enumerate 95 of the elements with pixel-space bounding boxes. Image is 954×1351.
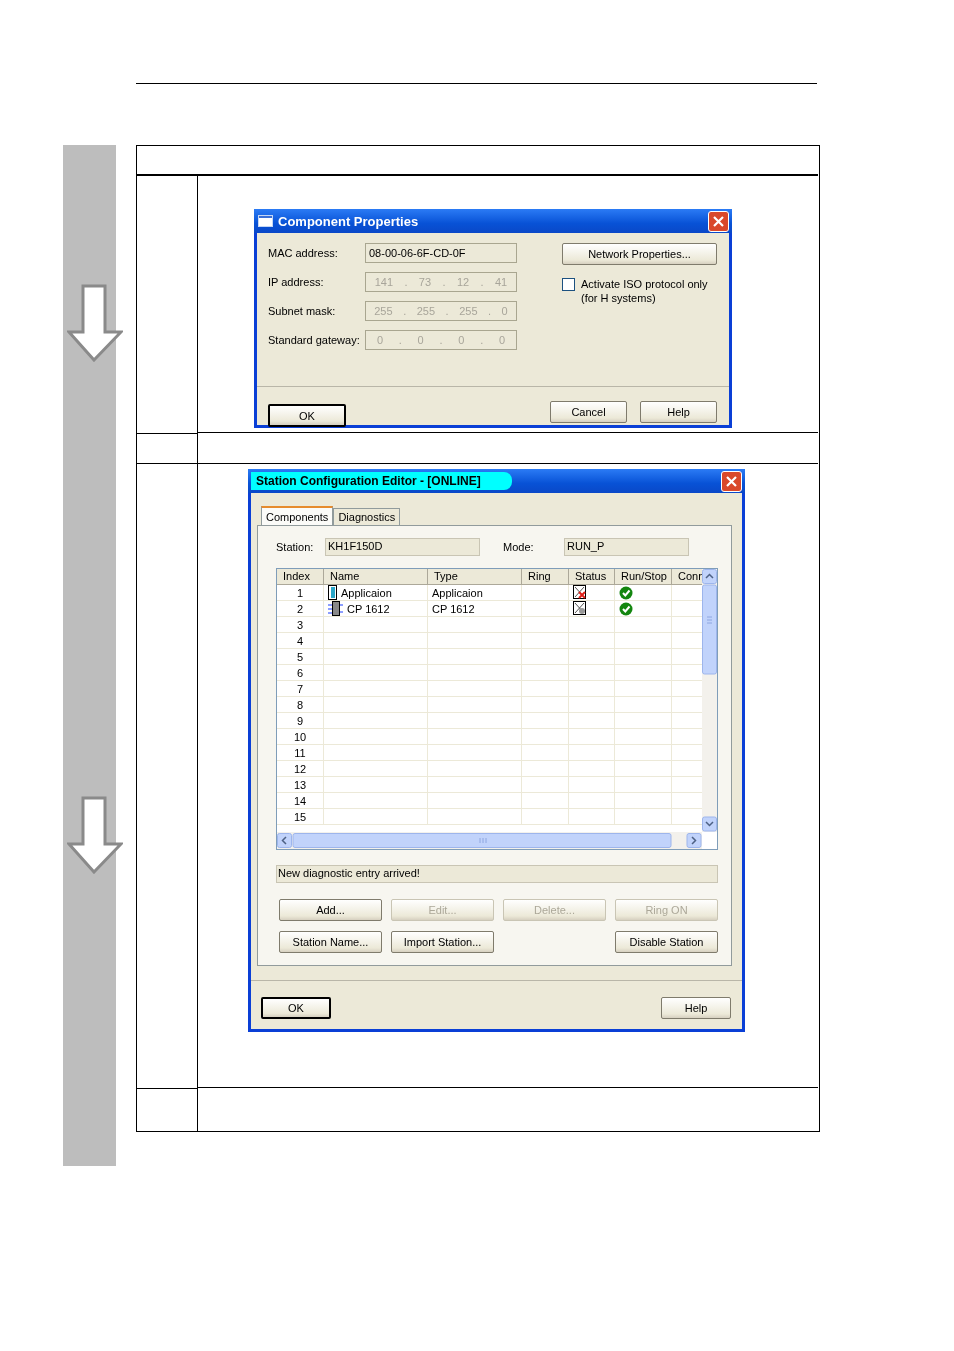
table-cell: [522, 777, 569, 793]
table-cell: [569, 665, 615, 681]
input-field[interactable]: 08-00-06-6F-CD-0F: [365, 243, 517, 263]
table-cell: [569, 713, 615, 729]
table-cell: [569, 793, 615, 809]
table-cell: CP 1612: [428, 601, 522, 617]
column-header[interactable]: Ring: [522, 569, 569, 585]
checkbox[interactable]: [562, 278, 575, 291]
table-cell: [522, 761, 569, 777]
field-label: Subnet mask:: [268, 305, 337, 317]
network-properties-button[interactable]: Network Properties...: [562, 243, 717, 265]
separator-dot: .: [442, 276, 446, 288]
table-cell: 12: [277, 761, 324, 777]
separator-dot: .: [398, 334, 402, 346]
ok-button[interactable]: OK: [261, 997, 331, 1019]
table-cell: 8: [277, 697, 324, 713]
table-cell: 4: [277, 633, 324, 649]
input-field[interactable]: RUN_P: [564, 538, 689, 556]
table-cell: 5: [277, 649, 324, 665]
table-cell: [522, 713, 569, 729]
table-cell: [569, 761, 615, 777]
table-cell: 11: [277, 745, 324, 761]
table-cell: [522, 617, 569, 633]
table-cell: 14: [277, 793, 324, 809]
down-arrow-icon: [67, 284, 123, 362]
table-cell: [569, 633, 615, 649]
input-field[interactable]: KH1F150D: [325, 538, 480, 556]
separator-dot: .: [480, 276, 484, 288]
cell-text: Applicaion: [341, 586, 392, 599]
table-cell: Applicaion: [428, 585, 522, 601]
table-cell: 7: [277, 681, 324, 697]
table-cell: [569, 649, 615, 665]
close-icon: [713, 215, 724, 227]
table-cell: [522, 697, 569, 713]
table-cell: [569, 681, 615, 697]
field-label: Station:: [276, 541, 315, 553]
close-icon: [726, 475, 737, 487]
separator-dot: .: [480, 334, 484, 346]
window-icon: [258, 215, 273, 227]
table-cell: [569, 697, 615, 713]
checkbox-label: Activate ISO protocol only (for H systems): [581, 277, 709, 305]
separator-dot: .: [488, 305, 492, 317]
column-header[interactable]: Run/Stop: [615, 569, 672, 585]
window-title: Station Configuration Editor - [ONLINE]: [251, 472, 512, 490]
table-cell: [522, 633, 569, 649]
check-icon: [619, 585, 633, 600]
horizontal-scrollbar[interactable]: [277, 832, 702, 849]
window-title: Component Properties: [278, 213, 420, 229]
action-button[interactable]: Disable Station: [615, 931, 718, 953]
separator-dot: .: [439, 334, 443, 346]
table-cell: 10: [277, 729, 324, 745]
separator-dot: .: [404, 276, 408, 288]
column-header[interactable]: Index: [277, 569, 324, 585]
table-cell: [569, 809, 615, 825]
table-cell: [522, 793, 569, 809]
table-cell: 6: [277, 665, 324, 681]
table-cell: [569, 729, 615, 745]
close-button[interactable]: [721, 470, 742, 492]
check-icon: [619, 601, 633, 616]
action-button[interactable]: Import Station...: [391, 931, 494, 953]
table-cell: 3: [277, 617, 324, 633]
field-label: Standard gateway:: [268, 334, 361, 346]
tab[interactable]: Diagnostics: [333, 508, 401, 525]
action-button[interactable]: Station Name...: [279, 931, 382, 953]
separator-dot: .: [445, 305, 449, 317]
table-cell: 13: [277, 777, 324, 793]
table-cell: [522, 745, 569, 761]
down-arrow-icon: [67, 796, 123, 874]
separator-dot: .: [403, 305, 407, 317]
vertical-scrollbar[interactable]: [702, 569, 717, 832]
table-cell: 1: [277, 585, 324, 601]
field-label: MAC address:: [268, 247, 339, 259]
table-cell: [522, 649, 569, 665]
table-cell: 9: [277, 713, 324, 729]
help-button[interactable]: Help: [640, 401, 717, 423]
cancel-button[interactable]: Cancel: [550, 401, 627, 423]
table-cell: [569, 777, 615, 793]
field-label: Mode:: [503, 541, 535, 553]
table-cell: 15: [277, 809, 324, 825]
column-header[interactable]: Type: [428, 569, 522, 585]
field-label: IP address:: [268, 276, 325, 288]
action-button[interactable]: Add...: [279, 899, 382, 921]
help-button[interactable]: Help: [661, 997, 731, 1019]
table-cell: [569, 745, 615, 761]
message-field: New diagnostic entry arrived!: [276, 865, 718, 883]
table-cell: [522, 729, 569, 745]
table-cell: [522, 809, 569, 825]
column-header[interactable]: Name: [324, 569, 428, 585]
table-cell: 2: [277, 601, 324, 617]
table-cell: [522, 665, 569, 681]
table-cell: [522, 681, 569, 697]
close-button[interactable]: [708, 210, 729, 232]
ok-button[interactable]: OK: [268, 404, 346, 427]
cell-text: CP 1612: [347, 602, 390, 615]
tab[interactable]: Components: [261, 506, 334, 525]
